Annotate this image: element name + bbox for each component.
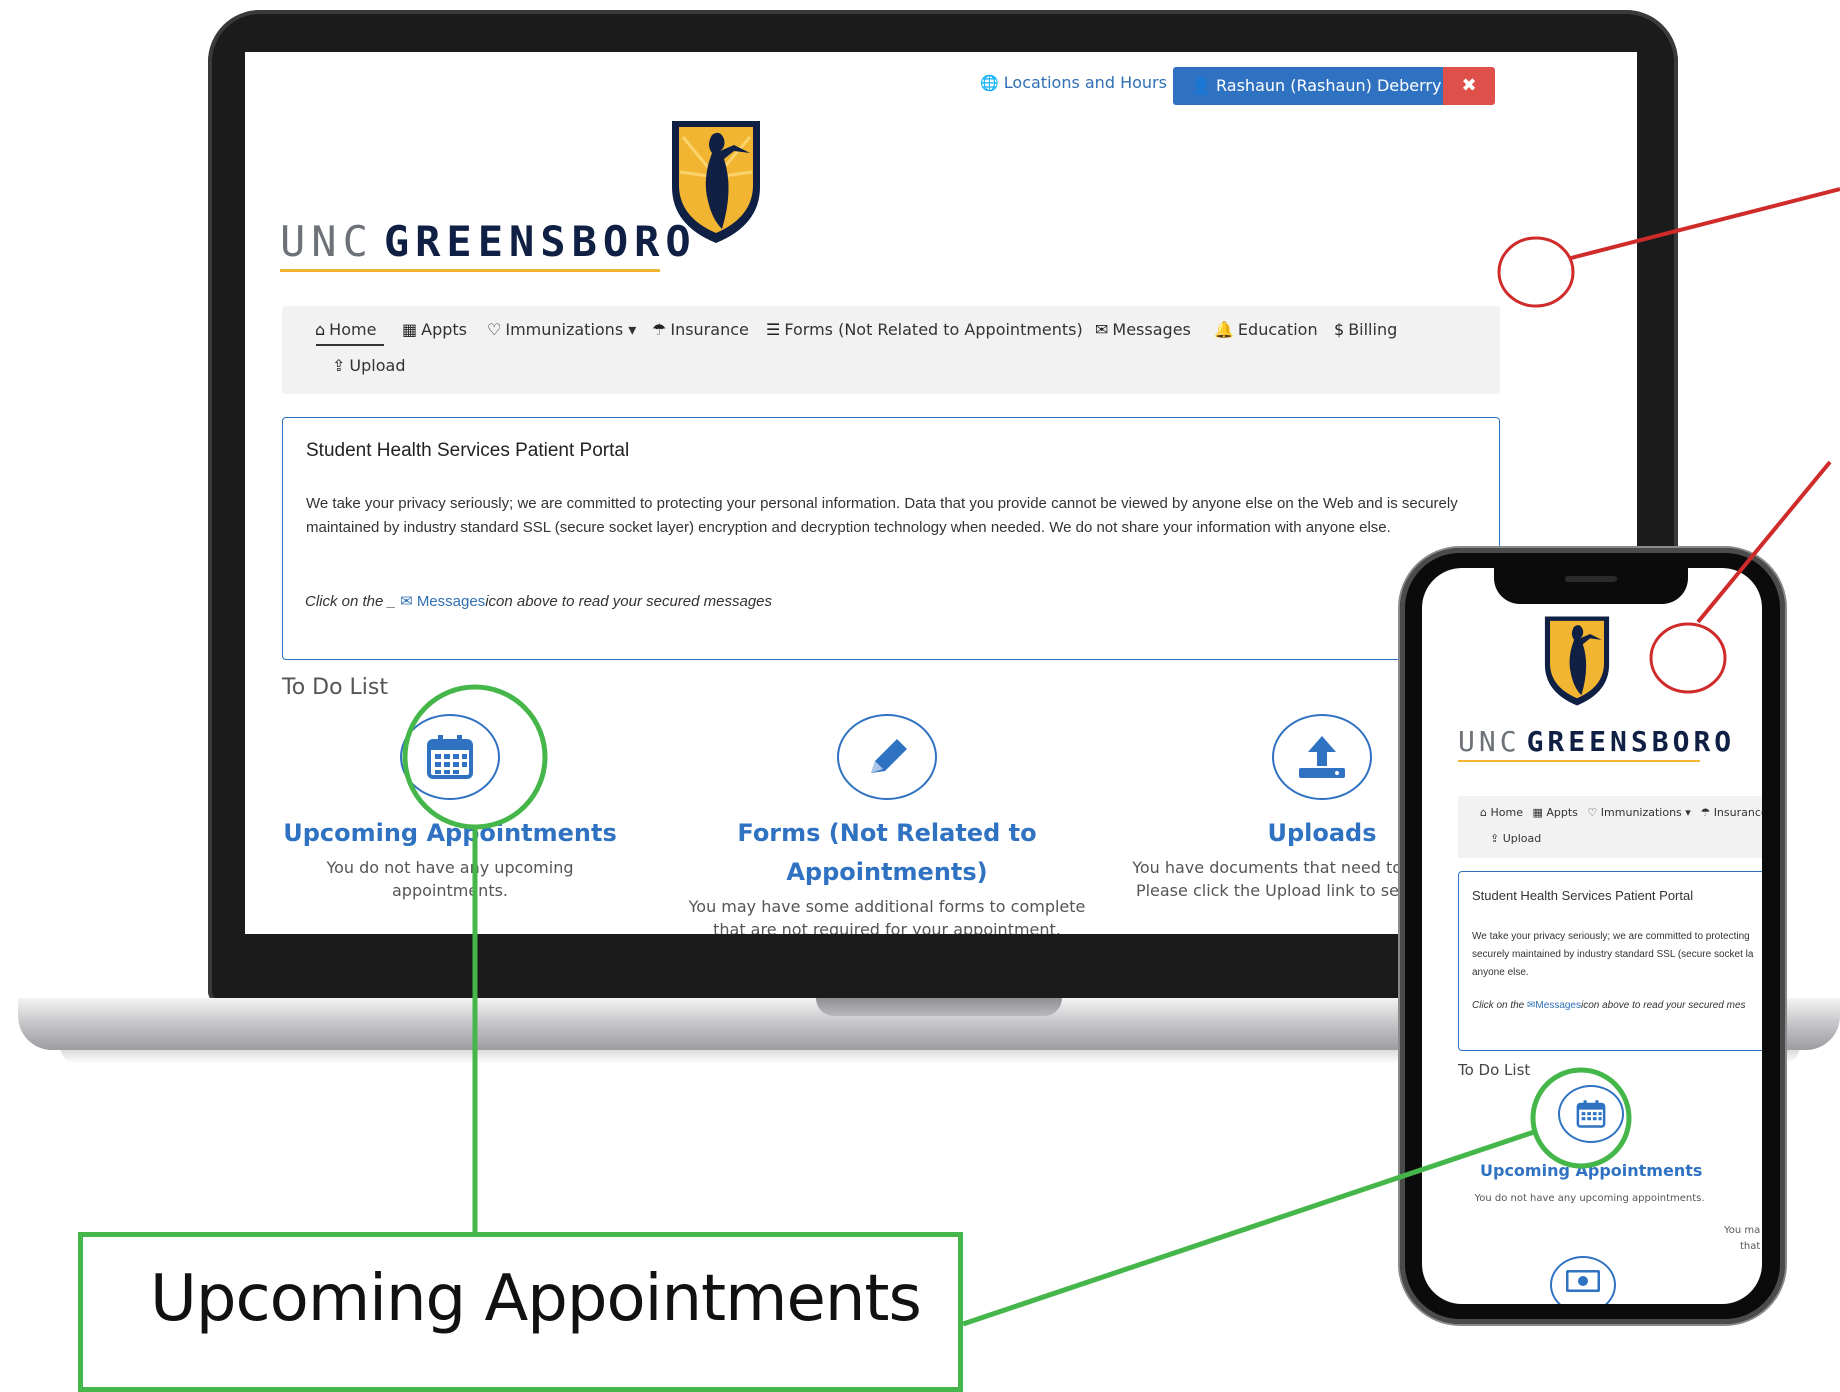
red-annotation-circle [1497, 236, 1575, 308]
annotation-overlay [402, 187, 1840, 1327]
red-annotation-line [1696, 460, 1832, 624]
green-annotation-circle [402, 684, 548, 830]
callout-label: Upcoming Appointments [150, 1262, 922, 1336]
green-annotation-circle [1530, 1067, 1632, 1169]
red-annotation-circle [1649, 622, 1727, 694]
green-annotation-line [962, 1129, 1535, 1327]
red-annotation-line [1570, 187, 1840, 260]
